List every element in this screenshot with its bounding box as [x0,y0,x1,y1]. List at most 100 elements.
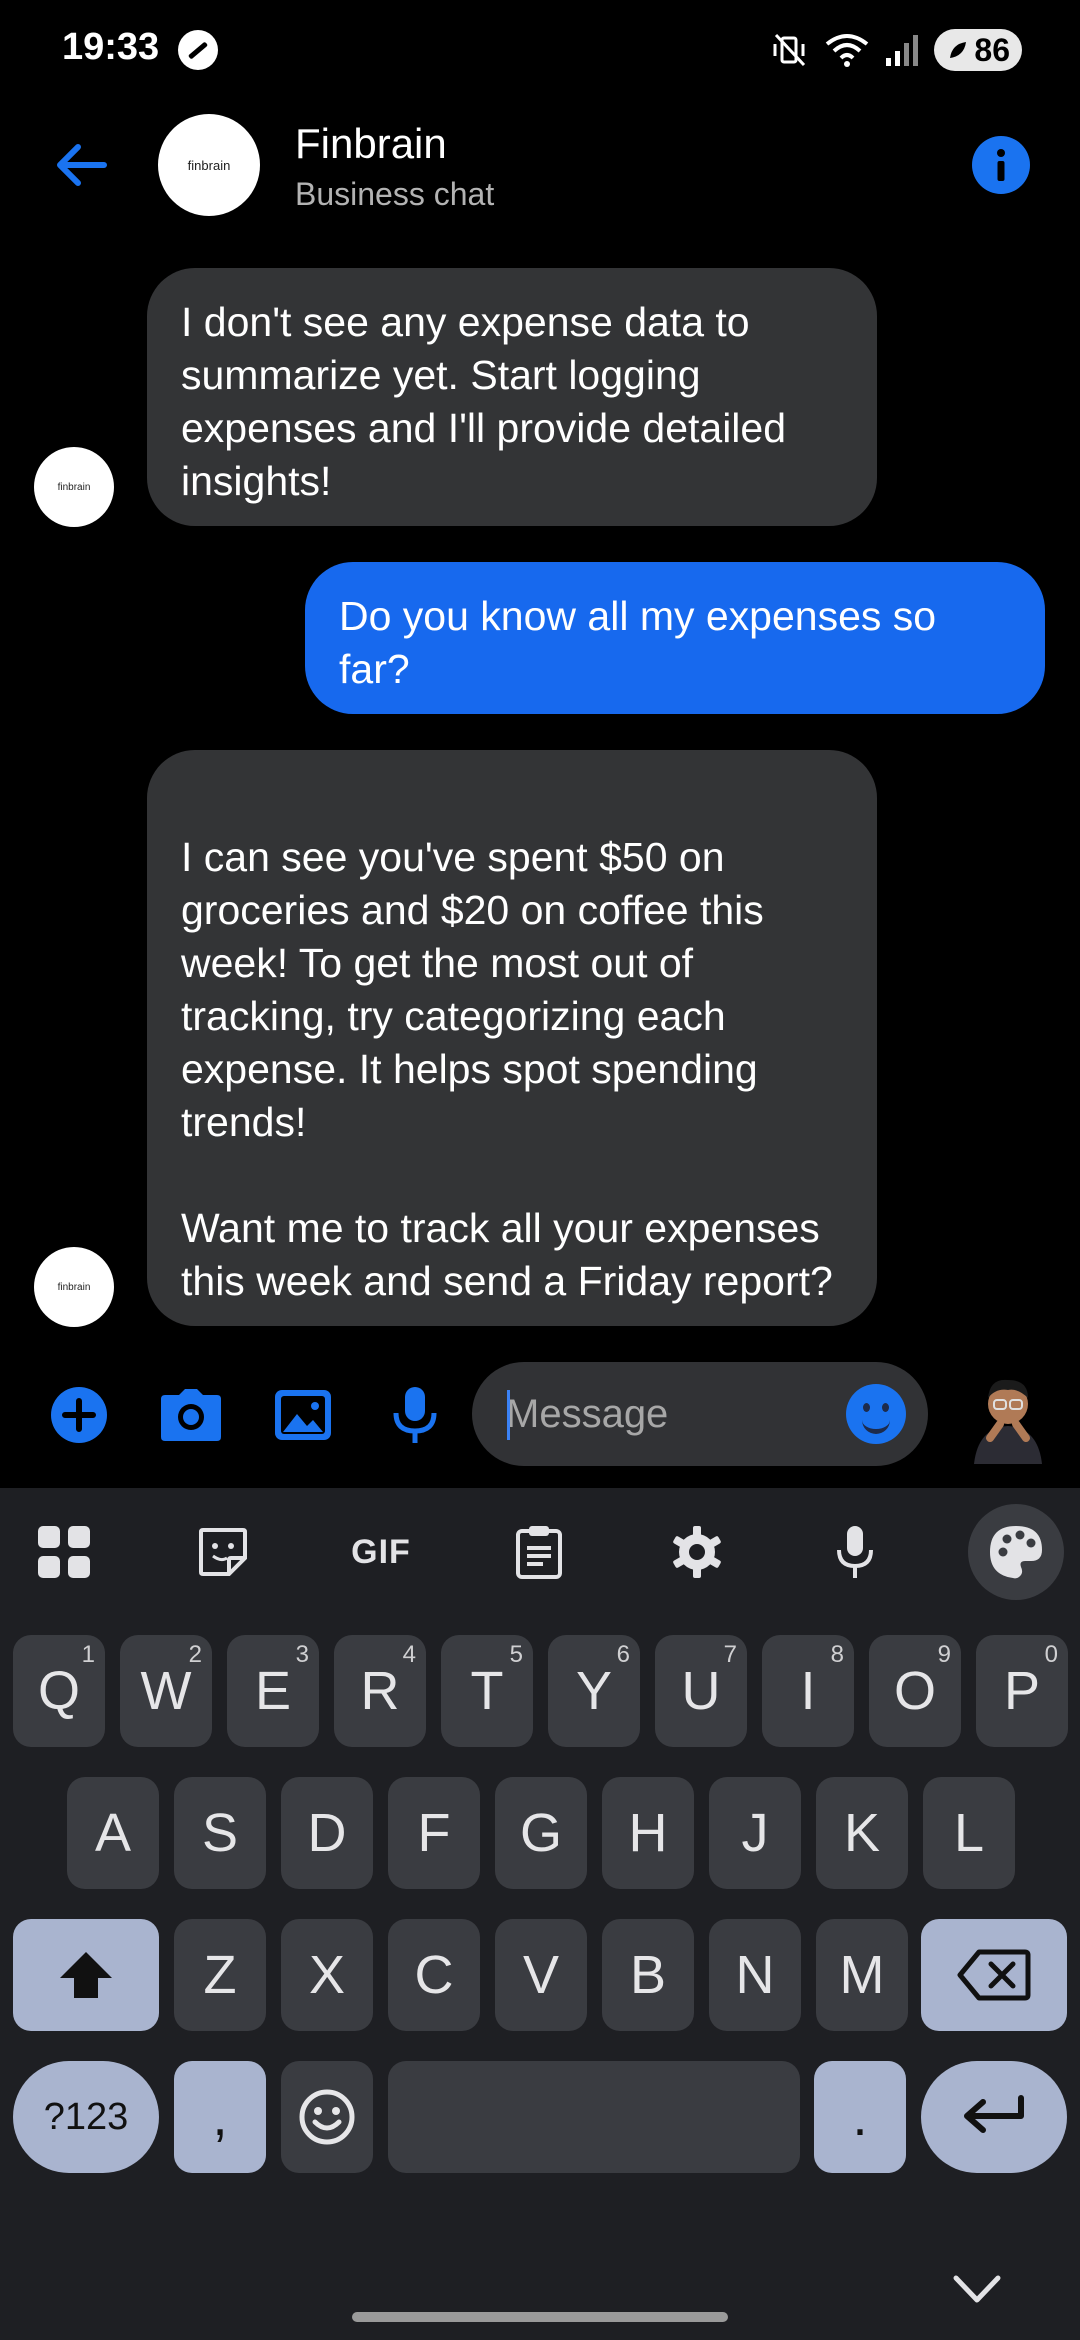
on-screen-keyboard: G I F Q 1 W 2 E 3 R 4 T 5 Y 6 U 7 I 8 O 9 … [0,1488,1080,2340]
key-l[interactable]: L [923,1777,1015,1889]
camera-button[interactable] [158,1382,224,1448]
period-key[interactable]: . [814,2061,906,2173]
key-label: Q [37,1661,80,1721]
sender-avatar[interactable]: finbrain [34,1247,114,1327]
key-y[interactable]: Y6 [548,1635,640,1747]
backspace-icon [957,1949,1031,2001]
contact-name[interactable]: Finbrain [295,120,447,168]
enter-arrow-icon [964,2095,1024,2133]
incoming-message-bubble[interactable]: I don't see any expense data to summariz… [147,268,877,526]
chat-header: finbrain Finbrain Business chat [0,100,1080,230]
avatar-logo-text: finbrain [57,1281,91,1293]
apps-grid-icon[interactable] [28,1516,100,1588]
key-t[interactable]: T5 [441,1635,533,1747]
emoji-icon [299,2089,355,2145]
info-icon [997,149,1005,181]
key-hint: 1 [81,1641,95,1668]
sender-avatar[interactable]: finbrain [34,447,114,527]
key-q[interactable]: Q1 [13,1635,105,1747]
battery-saver-icon [950,42,967,58]
apps-grid-glyph [38,1526,90,1578]
key-r[interactable]: R4 [334,1635,426,1747]
back-button[interactable] [40,130,120,200]
avatar-logo-text: finbrain [57,481,91,493]
key-hint: 9 [937,1641,951,1668]
emoji-icon[interactable] [846,1384,906,1444]
key-hint: 5 [509,1641,523,1668]
camera-icon [161,1389,221,1441]
key-o[interactable]: O9 [869,1635,961,1747]
key-label: I [800,1661,816,1721]
key-a[interactable]: A [67,1777,159,1889]
key-label: R [360,1661,400,1721]
gallery-button[interactable] [270,1382,336,1448]
voice-message-button[interactable] [382,1382,448,1448]
shift-key[interactable] [13,1919,159,2031]
key-hint: 4 [402,1641,416,1668]
enter-key[interactable] [921,2061,1067,2173]
add-button[interactable] [46,1382,112,1448]
key-label: O [893,1661,936,1721]
symbols-key[interactable]: ?123 [13,2061,159,2173]
info-button[interactable] [972,136,1030,194]
emoji-key[interactable] [281,2061,373,2173]
key-j[interactable]: J [709,1777,801,1889]
space-key[interactable] [388,2061,800,2173]
home-indicator[interactable] [352,2312,728,2322]
key-hint: 8 [830,1641,844,1668]
gear-glyph [673,1526,721,1578]
key-label: T [470,1661,504,1721]
battery-level: 86 [974,31,1010,68]
message-input[interactable] [506,1384,826,1444]
clipboard-glyph [516,1526,562,1579]
message-text: I can see you've spent $50 on groceries … [181,834,833,1304]
key-label: E [254,1661,292,1721]
key-f[interactable]: F [388,1777,480,1889]
collapse-keyboard-icon[interactable] [952,2270,1002,2310]
key-w[interactable]: W2 [120,1635,212,1747]
signal-icon [886,35,919,66]
key-e[interactable]: E3 [227,1635,319,1747]
settings-gear-icon[interactable] [661,1516,733,1588]
text-cursor [507,1390,510,1440]
key-hint: 0 [1044,1641,1058,1668]
clipboard-icon[interactable] [503,1516,575,1588]
key-hint: 6 [616,1641,630,1668]
key-g[interactable]: G [495,1777,587,1889]
sticker-icon[interactable] [187,1516,259,1588]
key-v[interactable]: V [495,1919,587,2031]
contact-avatar[interactable]: finbrain [158,114,260,216]
voice-input-icon[interactable] [819,1516,891,1588]
comma-key[interactable]: , [174,2061,266,2173]
key-m[interactable]: M [816,1919,908,2031]
message-input-container[interactable] [472,1362,928,1466]
key-n[interactable]: N [709,1919,801,2031]
incoming-message-bubble[interactable]: I can see you've spent $50 on groceries … [147,750,877,1326]
key-i[interactable]: I8 [762,1635,854,1747]
key-p[interactable]: P0 [976,1635,1068,1747]
key-d[interactable]: D [281,1777,373,1889]
key-label: Y [575,1661,613,1721]
key-b[interactable]: B [602,1919,694,2031]
battery-indicator: 86 [934,29,1022,71]
gif-button[interactable]: GIF [345,1516,417,1588]
key-s[interactable]: S [174,1777,266,1889]
key-h[interactable]: H [602,1777,694,1889]
message-text: I don't see any expense data to summariz… [181,299,787,504]
key-c[interactable]: C [388,1919,480,2031]
key-label: P [1003,1661,1041,1721]
status-time: 19:33 [62,26,160,68]
sticker-glyph [199,1528,247,1576]
key-z[interactable]: Z [174,1919,266,2031]
key-u[interactable]: U7 [655,1635,747,1747]
key-x[interactable]: X [281,1919,373,2031]
key-k[interactable]: K [816,1777,908,1889]
shift-icon [60,1952,112,1998]
avatar-sticker-icon[interactable] [960,1368,1056,1464]
key-hint: 3 [295,1641,309,1668]
outgoing-message-bubble[interactable]: Do you know all my expenses so far? [305,562,1045,714]
palette-icon[interactable] [968,1504,1064,1600]
backspace-key[interactable] [921,1919,1067,2031]
gallery-icon [275,1390,331,1440]
key-label: U [681,1661,721,1721]
